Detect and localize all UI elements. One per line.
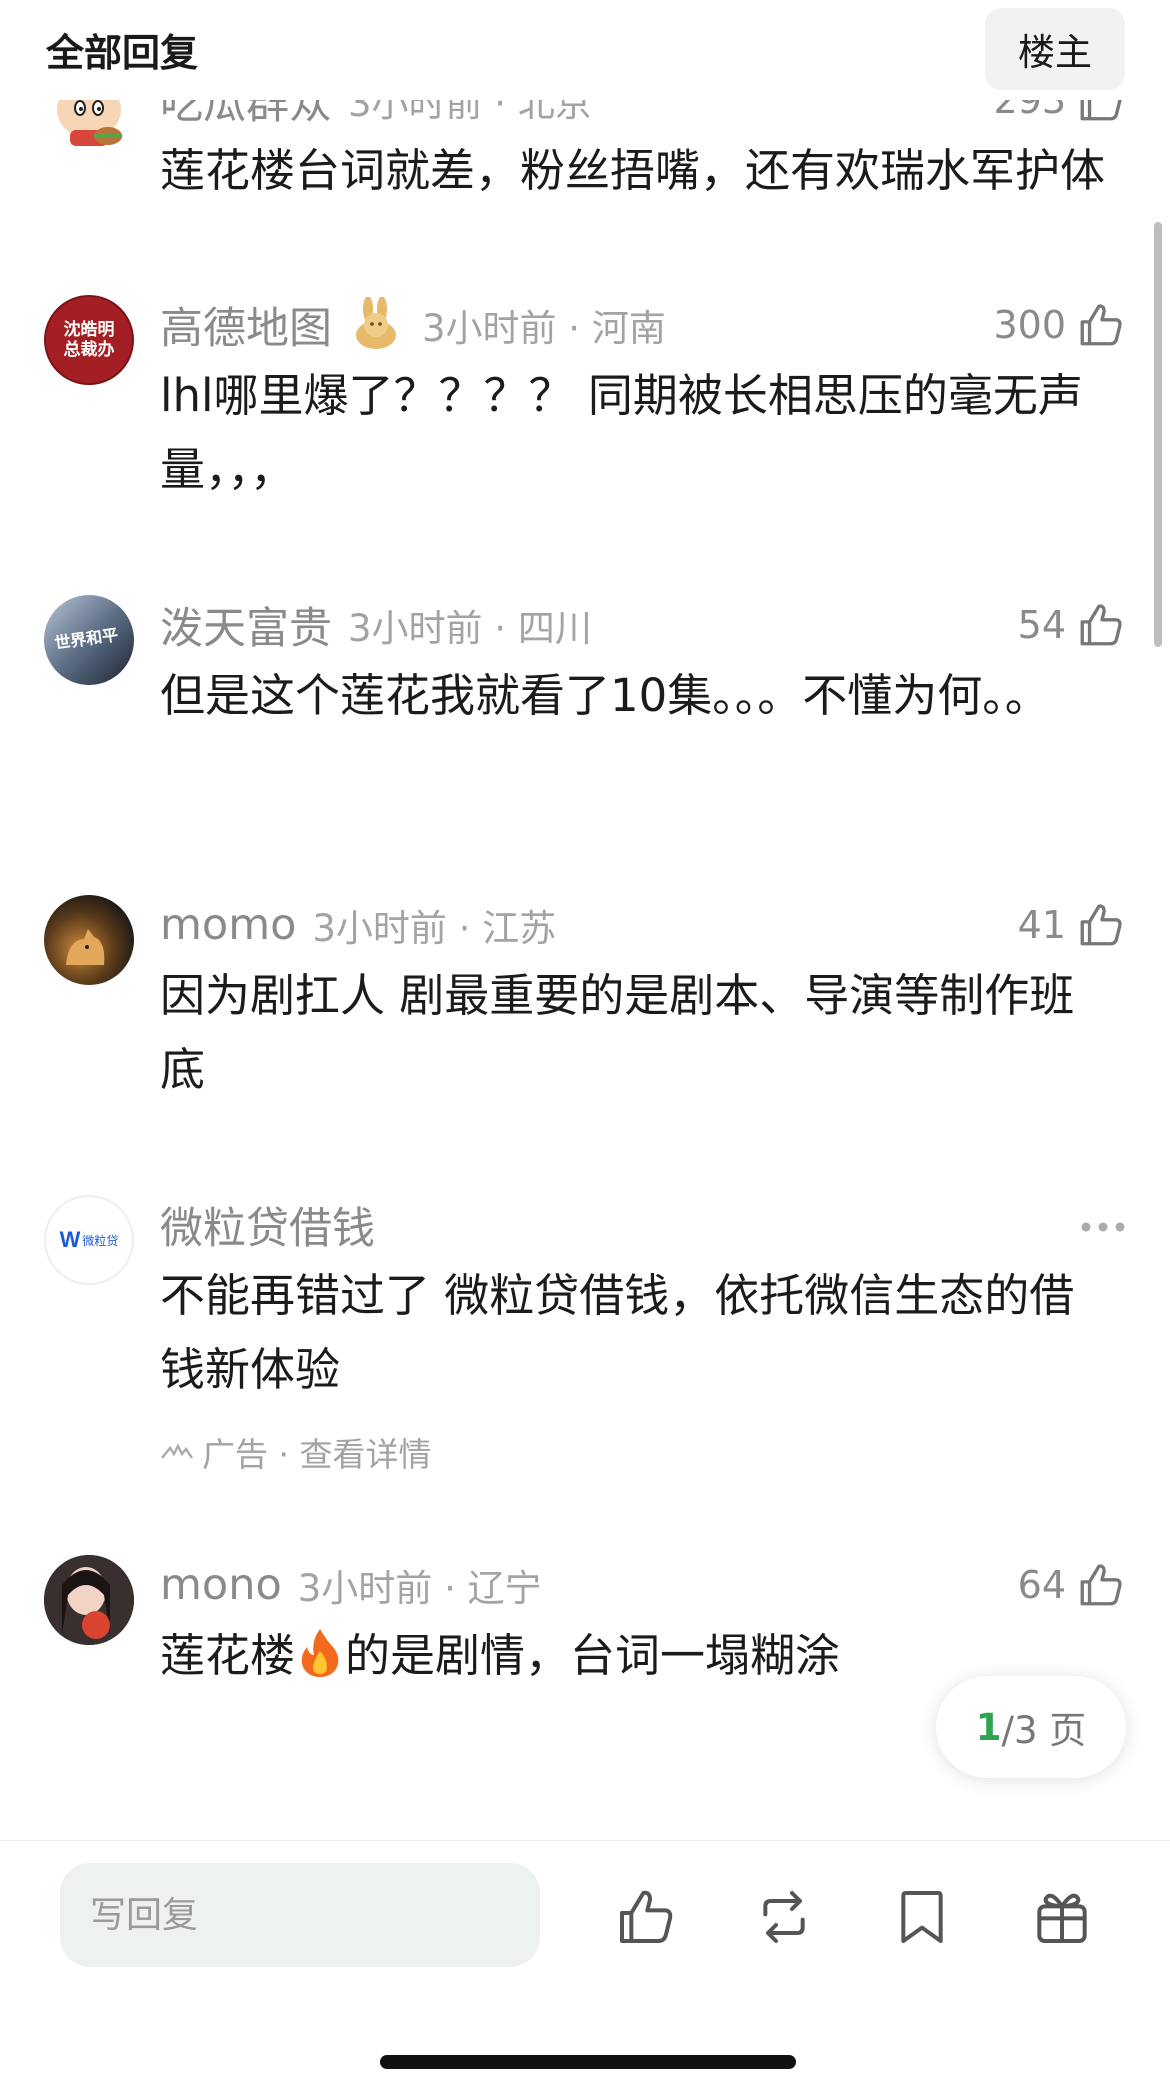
like-icon[interactable]: [614, 1885, 678, 1949]
comment-text: 但是这个莲花我就看了10集。。。不懂为何。。: [160, 669, 1050, 722]
scrollbar[interactable]: [1154, 222, 1162, 647]
comment-text: 因为剧扛人 剧最重要的是剧本、导演等制作班底: [160, 969, 1075, 1096]
like-button[interactable]: 54: [1018, 595, 1126, 655]
like-count: 54: [1017, 603, 1066, 647]
cartoon-avatar: [44, 100, 134, 160]
thumbs-up-icon: [1080, 1564, 1122, 1606]
timestamp-location: 3小时前 · 江苏: [312, 907, 557, 950]
bottom-action-bar: [0, 1840, 1170, 2088]
comment-text: lhl哪里爆了？？？？ 同期被长相思压的毫无声量，，，: [160, 369, 1083, 496]
username[interactable]: 高德地图: [160, 294, 332, 356]
ad-logo[interactable]: W 微粒贷: [44, 1195, 134, 1285]
bookmark-icon[interactable]: [890, 1885, 954, 1949]
cat-photo-avatar: [66, 929, 105, 965]
page-indicator[interactable]: 1/3 页: [936, 1676, 1126, 1778]
like-count: 293: [993, 100, 1066, 122]
total-pages: /3 页: [1001, 1709, 1087, 1752]
comment-meta: momo 3小时前 · 江苏: [160, 895, 556, 955]
comment-item: momo 3小时前 · 江苏 41 因为剧扛人 剧最重要的是剧本、导演等制作班底: [0, 895, 1170, 1125]
comment-text-end: 的是剧情，台词一塌糊涂: [345, 1629, 841, 1682]
reply-input[interactable]: [60, 1863, 540, 1967]
timestamp-location: 3小时前 · 四川: [348, 607, 592, 650]
ad-signal-icon: [161, 1443, 193, 1459]
header-bar: 全部回复 楼主: [0, 0, 1170, 100]
like-button[interactable]: 64: [1018, 1555, 1126, 1615]
username[interactable]: mono: [160, 1560, 282, 1610]
username[interactable]: 吃瓜群众: [160, 100, 332, 131]
like-button[interactable]: 293: [993, 100, 1126, 130]
comment-text-start: 莲花楼: [160, 1629, 296, 1682]
thumbs-up-icon: [1080, 904, 1122, 946]
avatar[interactable]: [44, 895, 134, 985]
thumbs-up-icon: [1080, 604, 1122, 646]
ad-logo-text: 微粒贷: [82, 1233, 119, 1248]
comment-meta: 吃瓜群众 3小时前 · 北京: [160, 100, 592, 130]
fire-icon: [301, 1629, 339, 1677]
avatar[interactable]: 沈皓明总裁办: [44, 295, 134, 385]
comment-item: 吃瓜群众 3小时前 · 北京 293 莲花楼台词就差，粉丝捂嘴，还有欢瑞水军护体: [0, 100, 1170, 300]
comment-text: 莲花楼台词就差，粉丝捂嘴，还有欢瑞水军护体: [160, 144, 1106, 197]
more-options-icon[interactable]: [1080, 1221, 1126, 1233]
comment-meta: 高德地图 3小时前 · 河南: [160, 295, 666, 355]
page-title: 全部回复: [46, 31, 199, 75]
avatar[interactable]: [44, 1555, 134, 1645]
comment-meta: mono 3小时前 · 辽宁: [160, 1555, 542, 1615]
ad-text: 不能再错过了 微粒贷借钱，依托微信生态的借钱新体验: [160, 1269, 1075, 1396]
ad-meta: 微粒贷借钱: [160, 1195, 375, 1255]
ad-footer[interactable]: 广告 · 查看详情: [160, 1427, 431, 1477]
w-logo-icon: W: [59, 1227, 81, 1252]
gift-icon[interactable]: [1030, 1885, 1094, 1949]
thumbs-up-icon: [1080, 304, 1122, 346]
username[interactable]: 泼天富贵: [160, 594, 332, 656]
avatar[interactable]: [44, 100, 134, 160]
like-button[interactable]: 41: [1018, 895, 1126, 955]
timestamp-location: 3小时前 · 河南: [422, 307, 666, 350]
username[interactable]: momo: [160, 900, 296, 950]
current-page: 1: [975, 1705, 1002, 1749]
ad-name[interactable]: 微粒贷借钱: [160, 1194, 375, 1256]
ad-details-link[interactable]: 广告 · 查看详情: [202, 1428, 431, 1476]
like-count: 300: [993, 303, 1066, 347]
like-count: 41: [1017, 903, 1066, 947]
like-button[interactable]: 300: [993, 295, 1126, 355]
avatar[interactable]: 世界和平: [44, 595, 134, 685]
like-count: 64: [1017, 1563, 1066, 1607]
comment-item: 沈皓明总裁办 高德地图 3小时前 · 河南 300 lhl哪里爆了？？？？ 同期…: [0, 295, 1170, 525]
avatar-label: 世界和平: [53, 625, 120, 653]
ad-item[interactable]: W 微粒贷 微粒贷借钱 不能再错过了 微粒贷借钱，依托微信生态的借钱新体验 广告…: [0, 1195, 1170, 1485]
repost-icon[interactable]: [752, 1885, 816, 1949]
timestamp-location: 3小时前 · 辽宁: [297, 1567, 542, 1610]
home-indicator[interactable]: [380, 2055, 796, 2069]
rabbit-badge-icon: [356, 297, 396, 349]
portrait-avatar: [44, 1555, 134, 1645]
timestamp-location: 3小时前 · 北京: [348, 100, 592, 125]
thumbs-up-icon: [1080, 100, 1122, 121]
comment-meta: 泼天富贵 3小时前 · 四川: [160, 595, 592, 655]
comment-item: 世界和平 泼天富贵 3小时前 · 四川 54 但是这个莲花我就看了10集。。。不…: [0, 595, 1170, 825]
avatar-label: 沈皓明总裁办: [63, 320, 115, 360]
op-only-button[interactable]: 楼主: [985, 8, 1125, 90]
comment-list[interactable]: 吃瓜群众 3小时前 · 北京 293 莲花楼台词就差，粉丝捂嘴，还有欢瑞水军护体…: [0, 100, 1170, 1840]
